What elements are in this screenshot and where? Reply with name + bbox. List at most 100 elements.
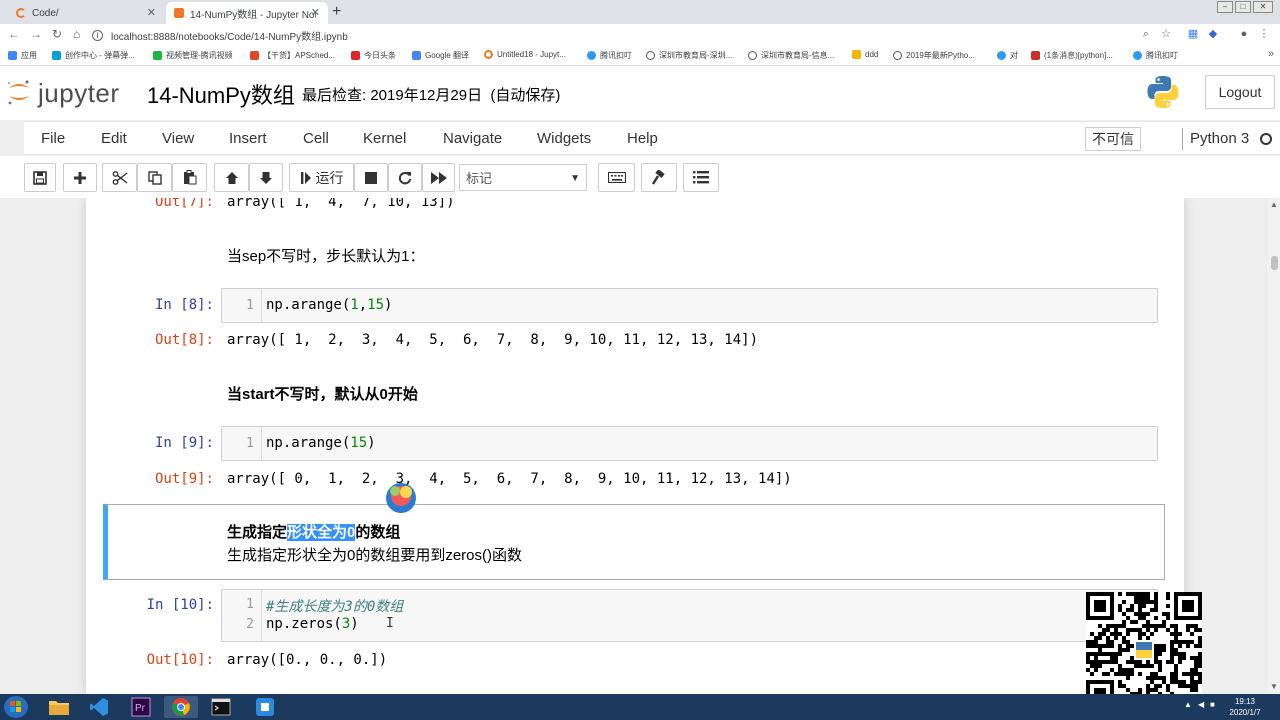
tab-code[interactable]: Code/ ✕ <box>8 2 164 24</box>
menu-cell[interactable]: Cell <box>303 130 329 147</box>
bookmark-item[interactable]: 深圳市教育局-信息... <box>748 50 834 61</box>
start-button[interactable] <box>4 696 28 718</box>
floating-ball-icon[interactable] <box>383 479 419 515</box>
more-bookmarks-icon[interactable]: » <box>1268 48 1274 60</box>
qr-module <box>1106 644 1110 648</box>
code-input[interactable]: 1 np.arange(1,15) <box>221 288 1158 323</box>
move-up-button[interactable] <box>214 163 249 192</box>
bookmark-star-icon[interactable]: ☆ <box>1160 28 1172 40</box>
taskbar-terminal[interactable] <box>204 696 238 718</box>
taskbar-clock[interactable]: 19:13 2020/1/7 <box>1222 696 1268 718</box>
qr-module <box>1122 640 1126 644</box>
qr-module <box>1114 672 1118 676</box>
close-tab-icon[interactable]: ✕ <box>311 6 320 19</box>
bookmark-item[interactable]: Untitled18 - Jupyt... <box>484 50 566 59</box>
qr-module <box>1138 672 1142 676</box>
taskbar-file-explorer[interactable] <box>42 696 76 718</box>
bookmark-item[interactable]: 【干货】APSched... <box>250 50 335 61</box>
copy-button[interactable] <box>137 163 172 192</box>
bookmark-item[interactable]: 对 <box>997 50 1018 61</box>
taskbar-premiere[interactable]: Pr <box>124 696 158 718</box>
tray-input-icon[interactable]: ■ <box>1210 700 1215 709</box>
new-tab-button[interactable]: + <box>332 3 341 21</box>
menu-help[interactable]: Help <box>627 130 658 147</box>
jupyter-logo[interactable]: jupyter <box>6 76 132 108</box>
interrupt-button[interactable] <box>354 163 388 192</box>
bookmark-label: Untitled18 - Jupyt... <box>497 50 566 59</box>
notebook-scroll-area[interactable]: Out[7]: array([ 1, 4, 7, 10, 13]) 当sep不写… <box>0 198 1268 694</box>
menu-navigate[interactable]: Navigate <box>443 130 502 147</box>
bookmark-item[interactable]: Google 翻译 <box>412 50 469 61</box>
close-tab-icon[interactable]: ✕ <box>147 6 156 19</box>
bookmark-item[interactable]: 视频管理-腾讯视频 <box>153 50 233 61</box>
reload-icon[interactable]: ↻ <box>52 27 62 41</box>
move-down-button[interactable] <box>249 163 283 192</box>
qr-module <box>1146 676 1150 680</box>
bookmark-apps[interactable]: 应用 <box>8 50 37 61</box>
code-number: 15 <box>350 435 368 451</box>
cell-type-select[interactable]: 标记 ▼ <box>459 164 587 191</box>
menu-insert[interactable]: Insert <box>229 130 267 147</box>
url-field[interactable]: i localhost:8888/notebooks/Code/14-NumPy… <box>92 26 1212 44</box>
not-trusted-button[interactable]: 不可信 <box>1085 127 1141 151</box>
zoom-icon[interactable]: ⌕ <box>1140 28 1152 40</box>
save-button[interactable] <box>24 163 56 192</box>
back-icon[interactable]: ← <box>8 27 20 41</box>
menu-kernel[interactable]: Kernel <box>363 130 406 147</box>
taskbar-vscode[interactable] <box>82 696 116 718</box>
bookmark-item[interactable]: 腾讯扣叮 <box>587 50 632 61</box>
tab-notebook[interactable]: 14-NumPy数组 - Jupyter Notebook ✕ <box>166 2 328 24</box>
home-icon[interactable]: ⌂ <box>73 27 80 41</box>
page-scrollbar[interactable]: ▲ ▼ <box>1268 198 1280 694</box>
scroll-down-icon[interactable]: ▼ <box>1270 682 1278 691</box>
paste-button[interactable] <box>172 163 207 192</box>
profile-icon[interactable]: ● <box>1238 28 1250 40</box>
command-palette-button[interactable] <box>598 163 635 192</box>
bookmark-item[interactable]: ddd <box>852 50 878 59</box>
bookmark-item[interactable]: 2019年最新Pytho... <box>893 50 975 61</box>
menu-file[interactable]: File <box>41 130 65 147</box>
forward-icon[interactable]: → <box>30 27 42 41</box>
scroll-up-icon[interactable]: ▲ <box>1270 200 1278 209</box>
menu-dots-icon[interactable]: ⋮ <box>1258 28 1270 40</box>
site-info-icon[interactable]: i <box>92 29 103 41</box>
bookmark-item[interactable]: 创作中心 - 弹幕弹... <box>52 50 135 61</box>
taskbar-chrome[interactable] <box>164 696 198 718</box>
bookmark-item[interactable]: 腾讯扣叮 <box>1133 50 1178 61</box>
selected-markdown-cell[interactable] <box>103 504 1165 580</box>
qr-module <box>1166 684 1170 688</box>
menu-widgets[interactable]: Widgets <box>537 130 591 147</box>
scrollbar-thumb[interactable] <box>1271 256 1278 270</box>
code-input[interactable]: 1 np.arange(15) <box>221 426 1158 461</box>
selected-text[interactable]: 形状全为0 <box>287 524 356 541</box>
maximize-icon[interactable]: □ <box>1235 1 1251 13</box>
logout-button[interactable]: Logout <box>1205 75 1275 109</box>
celltoolbar-button[interactable] <box>641 163 677 192</box>
qr-module <box>1142 592 1146 596</box>
windows-logo-icon <box>10 701 21 712</box>
qr-module <box>1098 632 1102 636</box>
extension-grid-icon[interactable]: ▦ <box>1187 28 1199 40</box>
menu-edit[interactable]: Edit <box>101 130 127 147</box>
cut-button[interactable] <box>102 163 137 192</box>
insert-cell-button[interactable] <box>63 163 97 192</box>
restart-run-all-button[interactable] <box>422 163 455 192</box>
minimize-icon[interactable]: – <box>1217 1 1233 13</box>
tray-volume-icon[interactable]: ◀ <box>1198 700 1204 709</box>
menu-view[interactable]: View <box>162 130 194 147</box>
notebook-title[interactable]: 14-NumPy数组 <box>147 78 295 110</box>
close-window-icon[interactable]: ✕ <box>1253 1 1273 13</box>
scissors-icon <box>112 170 127 185</box>
run-button[interactable]: 运行 <box>289 163 354 192</box>
tray-network-icon[interactable]: ▲ <box>1184 700 1192 709</box>
shield-extension-icon[interactable]: ◆ <box>1207 28 1219 40</box>
bookmark-item[interactable]: 今日头条 <box>351 50 396 61</box>
taskbar-app[interactable] <box>248 696 282 718</box>
bookmark-item[interactable]: 深圳市教育局-深圳... <box>646 50 732 61</box>
list-button[interactable] <box>683 163 719 192</box>
code-input[interactable]: 1 2 #生成长度为3的0数组 np.zeros(3) I <box>221 589 1158 642</box>
kernel-name[interactable]: Python 3 <box>1190 130 1249 147</box>
qr-module <box>1106 624 1110 628</box>
bookmark-item[interactable]: (1条消息)[python]... <box>1031 50 1113 61</box>
restart-button[interactable] <box>388 163 422 192</box>
